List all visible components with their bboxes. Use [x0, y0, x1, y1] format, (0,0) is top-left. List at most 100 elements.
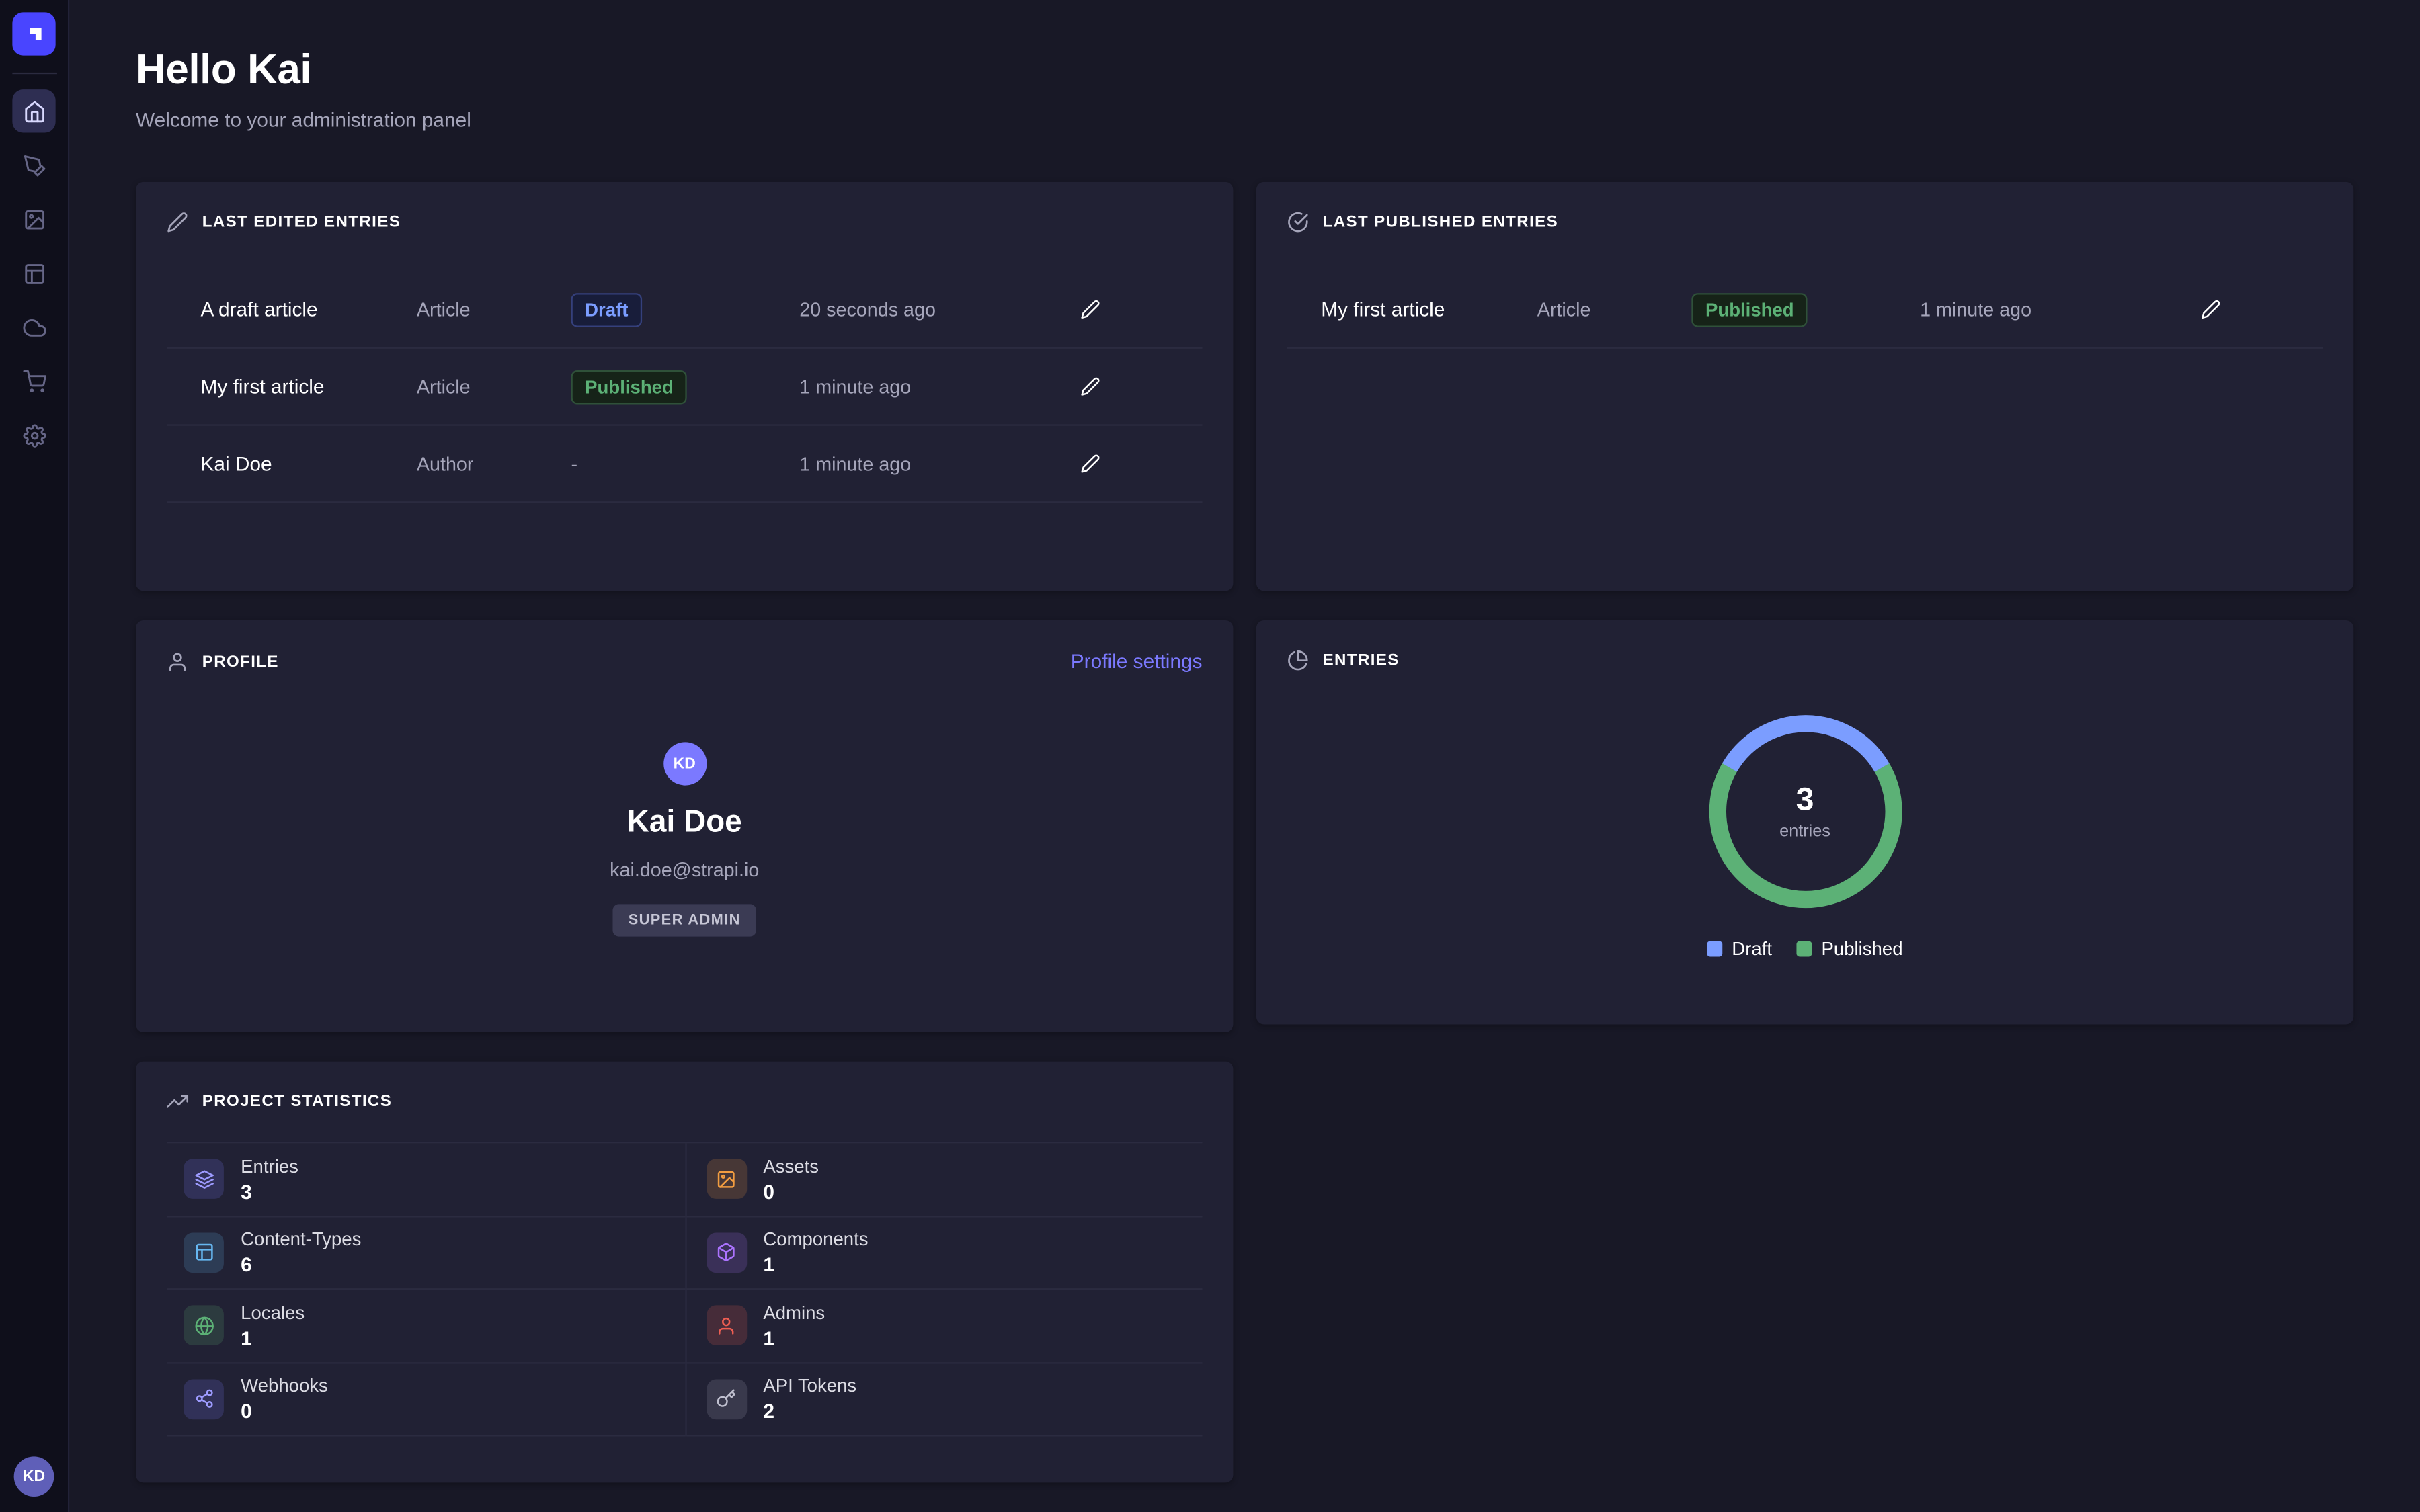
last-published-entries-card: LAST PUBLISHED ENTRIES My first article …	[1256, 182, 2353, 591]
content-manager-icon	[22, 153, 45, 176]
api-tokens-key-icon	[706, 1379, 746, 1419]
stat-assets: Assets 0	[684, 1143, 1202, 1216]
stat-locales: Locales1	[167, 1290, 684, 1363]
donut-chart: 3 entries	[1705, 711, 1905, 911]
status-badge: Published	[571, 370, 687, 404]
marketplace-cart-icon	[22, 370, 45, 392]
stat-value: 2	[763, 1400, 856, 1423]
entry-name: My first article	[1321, 298, 1537, 321]
profile-name: Kai Doe	[627, 805, 742, 841]
profile-settings-link[interactable]: Profile settings	[1071, 650, 1203, 673]
stat-label: Admins	[763, 1302, 825, 1323]
sidebar-item-content-manager[interactable]	[12, 144, 55, 187]
profile-email: kai.doe@strapi.io	[610, 859, 759, 881]
strapi-logo	[12, 12, 55, 55]
card-header: ENTRIES	[1256, 620, 2353, 691]
entry-time: 20 seconds ago	[799, 298, 1070, 320]
stat-value: 0	[241, 1400, 328, 1423]
card-title: LAST EDITED ENTRIES	[202, 213, 401, 232]
table-row: A draft article Article Draft 20 seconds…	[167, 271, 1203, 349]
gear-icon	[22, 423, 45, 446]
stat-label: Webhooks	[241, 1375, 328, 1396]
card-header: PROFILE Profile settings	[136, 620, 1233, 693]
sidebar-divider	[11, 73, 56, 74]
edit-entry-button[interactable]	[2190, 289, 2230, 329]
edit-entry-button[interactable]	[1070, 366, 1110, 407]
stat-entries: Entries 3	[167, 1143, 684, 1216]
entries-chart-body: 3 entries Draft Published	[1256, 691, 2353, 960]
entry-type: Article	[1537, 298, 1692, 320]
entry-name: My first article	[200, 375, 416, 398]
entries-chart-icon	[1287, 650, 1309, 671]
stat-webhooks: Webhooks 0	[167, 1363, 684, 1436]
legend-label: Published	[1822, 938, 1903, 960]
edit-entry-button[interactable]	[1070, 289, 1110, 329]
table-row: My first article Article Published 1 min…	[167, 349, 1203, 426]
card-header: PROJECT STATISTICS	[136, 1062, 1233, 1133]
assets-icon	[706, 1159, 746, 1200]
stat-label: Content-Types	[241, 1228, 361, 1250]
pencil-icon	[1080, 454, 1100, 474]
media-library-icon	[22, 208, 45, 230]
last-edited-entries-card: LAST EDITED ENTRIES A draft article Arti…	[136, 182, 1233, 591]
strapi-logo-icon	[24, 24, 44, 44]
stat-admins: Admins 1	[684, 1290, 1202, 1363]
admins-user-icon	[706, 1306, 746, 1346]
stat-value: 1	[763, 1327, 825, 1349]
legend-item-published: Published	[1797, 938, 1903, 960]
pencil-icon	[1080, 376, 1100, 396]
sidebar-item-deploy[interactable]	[12, 306, 55, 349]
home-icon	[22, 99, 45, 122]
pencil-icon	[2200, 299, 2220, 319]
status-empty: -	[571, 453, 577, 474]
user-avatar[interactable]: KD	[14, 1456, 54, 1497]
draft-swatch	[1707, 941, 1723, 957]
stat-label: Locales	[241, 1302, 305, 1323]
sidebar-item-media-library[interactable]	[12, 198, 55, 241]
entries-total: 3	[1796, 782, 1814, 819]
sidebar-item-home[interactable]	[12, 89, 55, 132]
sidebar-item-marketplace[interactable]	[12, 360, 55, 403]
entries-card: ENTRIES 3 entries	[1256, 620, 2353, 1025]
entries-table: My first article Article Published 1 min…	[1287, 271, 2323, 349]
entry-name: A draft article	[200, 298, 416, 321]
card-title: ENTRIES	[1323, 651, 1400, 670]
entry-status-cell: Published	[571, 370, 799, 404]
entries-table: A draft article Article Draft 20 seconds…	[167, 271, 1203, 503]
sidebar-item-content-type-builder[interactable]	[12, 251, 55, 294]
user-icon	[167, 650, 188, 672]
stat-value: 3	[241, 1180, 298, 1203]
page-header: Hello Kai Welcome to your administration…	[69, 0, 2420, 131]
card-header: LAST EDITED ENTRIES	[136, 182, 1233, 253]
status-badge: Published	[1691, 292, 1808, 327]
profile-body: KD Kai Doe kai.doe@strapi.io SUPER ADMIN	[136, 693, 1233, 937]
entries-icon	[184, 1159, 224, 1200]
chart-legend: Draft Published	[1707, 938, 1903, 960]
stat-label: Components	[763, 1228, 868, 1250]
edit-entry-button[interactable]	[1070, 444, 1110, 484]
entry-type: Author	[417, 453, 571, 474]
sidebar: KD	[0, 0, 69, 1512]
entry-type: Article	[417, 376, 571, 397]
stat-api-tokens: API Tokens2	[684, 1363, 1202, 1436]
stat-label: Entries	[241, 1155, 298, 1177]
pencil-icon	[167, 212, 188, 233]
stat-value: 6	[241, 1253, 361, 1276]
sidebar-item-settings[interactable]	[12, 413, 55, 456]
entry-status-cell: -	[571, 450, 799, 477]
donut-center-label: 3 entries	[1705, 711, 1905, 911]
entry-status-cell: Published	[1691, 292, 1920, 327]
dashboard-grid: LAST EDITED ENTRIES A draft article Arti…	[69, 182, 2420, 1482]
entry-time: 1 minute ago	[799, 376, 1070, 397]
pencil-icon	[1080, 299, 1100, 319]
stat-label: Assets	[763, 1155, 819, 1177]
card-title: PROJECT STATISTICS	[202, 1093, 392, 1111]
check-circle-icon	[1287, 212, 1309, 233]
stat-value: 0	[763, 1180, 819, 1203]
entry-status-cell: Draft	[571, 292, 799, 327]
legend-label: Draft	[1732, 938, 1772, 960]
project-statistics-card: PROJECT STATISTICS Entries 3 Assets 0 Cont…	[136, 1062, 1233, 1483]
locales-globe-icon	[184, 1306, 224, 1346]
role-badge: SUPER ADMIN	[613, 904, 756, 936]
main-content: Hello Kai Welcome to your administration…	[69, 0, 2420, 1512]
